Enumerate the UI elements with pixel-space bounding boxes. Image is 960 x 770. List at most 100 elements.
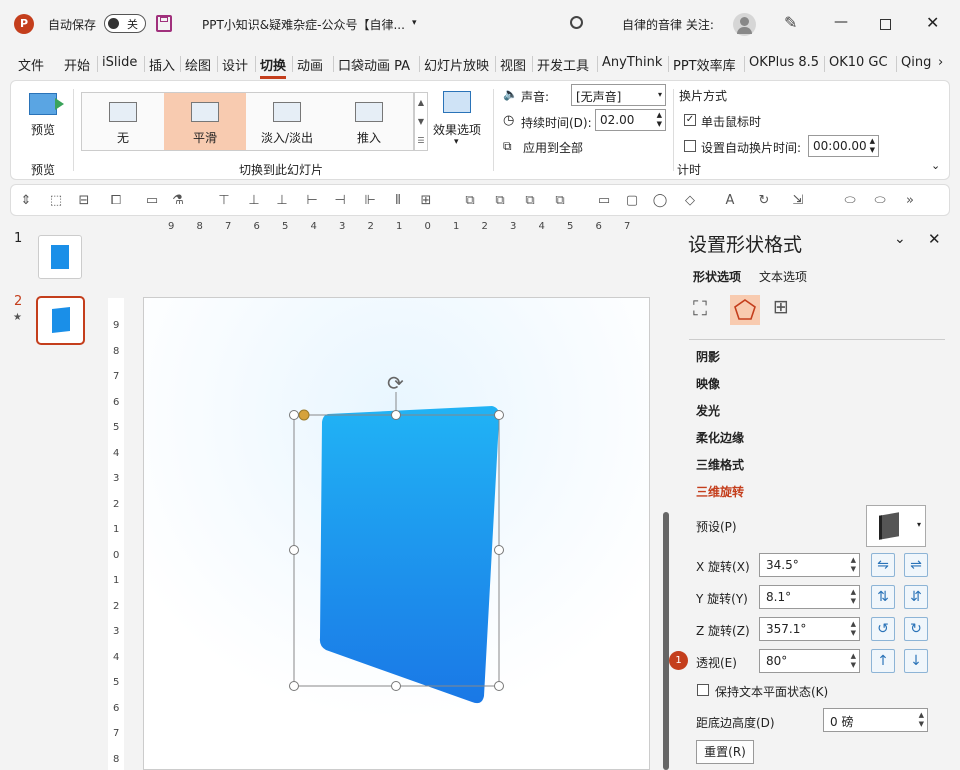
toolbar-tool-icon[interactable]: ⇕ [17,192,35,210]
toolbar-tool-icon[interactable]: ▭ [143,192,161,210]
y-rotate-down-icon[interactable]: ⇵ [904,585,928,609]
tab-2[interactable]: iSlide [102,55,137,70]
transition-3[interactable]: 推入 [328,93,410,150]
section-0[interactable]: 阴影 [696,348,720,365]
y-rotation-input[interactable]: 8.1° ▲ ▼ [759,585,860,609]
resize-handle[interactable] [494,410,504,420]
fill-bucket-icon[interactable]: ⛶ [693,296,707,320]
toolbar-tool-icon[interactable]: ⚗ [169,192,187,210]
tab-8[interactable]: 口袋动画 PA [338,55,410,74]
keep-flat-checkbox[interactable] [697,684,709,696]
tab-5[interactable]: 设计 [222,55,248,74]
after-checkbox[interactable] [684,140,696,152]
toolbar-tool-icon[interactable]: ⧠ [107,192,125,210]
tab-0[interactable]: 文件 [18,55,44,74]
chevron-down-icon[interactable]: ▾ [454,137,459,147]
toolbar-tool-icon[interactable]: ⊞ [417,192,435,210]
tab-12[interactable]: AnyThink [602,55,662,70]
section-2[interactable]: 发光 [696,402,720,419]
toolbar-tool-icon[interactable]: ⊢ [303,192,321,210]
perspective-increase-icon[interactable]: ↑ [871,649,895,673]
more-tabs-icon[interactable]: › [938,55,943,70]
designer-pen-icon[interactable]: ✎ [784,13,797,32]
x-rotate-right-icon[interactable]: ⇌ [904,553,928,577]
chevron-down-icon[interactable]: ⌄ [894,231,906,247]
distance-input[interactable]: 0 磅 ▲ ▼ [823,708,928,732]
resize-handle[interactable] [289,681,299,691]
toolbar-tool-icon[interactable]: ⊤ [215,192,233,210]
toolbar-tool-icon[interactable]: ⧉ [551,192,569,210]
rotated-shape[interactable] [319,406,500,704]
toolbar-tool-icon[interactable]: ⊥ [245,192,263,210]
transition-0[interactable]: 无 [82,93,164,150]
tab-16[interactable]: Qing [901,55,931,70]
tab-14[interactable]: OKPlus 8.5 [749,55,819,70]
collapse-ribbon-icon[interactable]: ⌄ [931,159,940,172]
sound-select[interactable]: [无声音] ▾ [571,84,666,106]
duration-input[interactable]: 02.00 ▲ ▼ [595,109,666,131]
toolbar-tool-icon[interactable]: ◯ [651,192,669,210]
section-4[interactable]: 三维格式 [696,456,744,473]
toolbar-tool-icon[interactable]: ⊣ [331,192,349,210]
tab-text-options[interactable]: 文本选项 [759,268,807,285]
z-rotation-input[interactable]: 357.1° ▲ ▼ [759,617,860,641]
toolbar-tool-icon[interactable]: ↻ [755,192,773,210]
document-title[interactable]: PPT小知识&疑难杂症-公众号【自律... [202,16,405,33]
preview-icon[interactable] [29,93,64,115]
perspective-input[interactable]: 80° ▲ ▼ [759,649,860,673]
close-icon[interactable]: ✕ [926,13,939,32]
toolbar-tool-icon[interactable]: ⬭ [841,192,859,210]
resize-handle[interactable] [494,681,504,691]
toolbar-tool-icon[interactable]: ⊩ [361,192,379,210]
toolbar-tool-icon[interactable]: ⬭ [871,192,889,210]
canvas-scrollbar[interactable] [663,512,669,770]
toolbar-tool-icon[interactable]: » [901,192,919,210]
toolbar-tool-icon[interactable]: ⦀ [389,192,407,210]
toolbar-tool-icon[interactable]: ◇ [681,192,699,210]
tab-13[interactable]: PPT效率库 [673,55,736,74]
z-rotate-ccw-icon[interactable]: ↺ [871,617,895,641]
section-3[interactable]: 柔化边缘 [696,429,744,446]
reset-button[interactable]: 重置(R) [696,740,754,764]
transition-1[interactable]: 平滑 [164,93,246,150]
toolbar-tool-icon[interactable]: ▭ [595,192,613,210]
resize-handle[interactable] [391,410,401,420]
autosave-toggle[interactable]: 关 [104,14,146,33]
toolbar-tool-icon[interactable]: ⊥ [273,192,291,210]
close-panel-icon[interactable]: ✕ [928,230,941,248]
preset-dropdown[interactable]: ▾ [866,505,926,547]
z-rotate-cw-icon[interactable]: ↻ [904,617,928,641]
transition-2[interactable]: 淡入/淡出 [246,93,328,150]
gallery-scroll[interactable]: ▲ ▼ ☰ [414,92,428,151]
apply-all-button[interactable]: 应用到全部 [523,139,583,156]
resize-handle[interactable] [391,681,401,691]
save-icon[interactable] [156,15,172,32]
tab-11[interactable]: 开发工具 [537,55,589,74]
toolbar-tool-icon[interactable]: ▢ [623,192,641,210]
slide-canvas[interactable]: ⟳ [143,297,650,770]
tab-15[interactable]: OK10 GC [829,55,888,70]
toolbar-tool-icon[interactable]: A [721,192,739,210]
x-rotate-left-icon[interactable]: ⇋ [871,553,895,577]
avatar[interactable] [733,13,756,36]
toolbar-tool-icon[interactable]: ⇲ [789,192,807,210]
preview-button[interactable]: 预览 [31,121,55,138]
tab-9[interactable]: 幻灯片放映 [424,55,489,74]
resize-handle[interactable] [494,545,504,555]
effect-options-icon[interactable] [443,91,471,113]
maximize-icon[interactable] [880,19,891,30]
slide-thumbnail-2[interactable] [36,296,85,345]
effects-pentagon-icon[interactable] [730,295,760,325]
toolbar-tool-icon[interactable]: ⧉ [461,192,479,210]
slide-thumbnail-1[interactable] [38,235,82,279]
tab-7[interactable]: 动画 [297,55,323,74]
tab-6[interactable]: 切换 [260,55,287,79]
effect-options-button[interactable]: 效果选项 [433,121,481,138]
resize-handle[interactable] [289,410,299,420]
title-dropdown-icon[interactable]: ▾ [412,18,417,28]
on-click-checkbox[interactable]: ✓ [684,114,696,126]
toolbar-tool-icon[interactable]: ⧉ [491,192,509,210]
tab-4[interactable]: 绘图 [185,55,211,74]
tab-shape-options[interactable]: 形状选项 [693,268,741,285]
resize-handle[interactable] [289,545,299,555]
